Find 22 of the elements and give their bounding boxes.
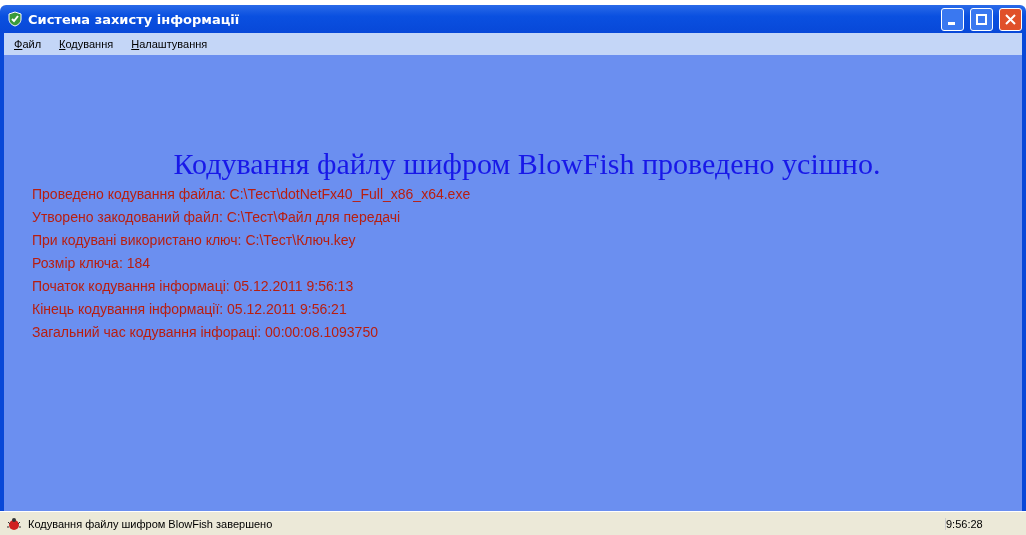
- result-heading: Кодування файлу шифром BlowFish проведено усішно.: [173, 147, 881, 181]
- status-time: 9:56:28: [945, 517, 1026, 530]
- log-line: Загальний час кодування інфораці: 00:00:08.1093750: [32, 323, 379, 342]
- maximize-icon: [976, 13, 987, 25]
- log-line: Проведено кодування файла: C:\Тест\dotNetFx40_Full_x86_x64.exe: [32, 185, 472, 204]
- log-line: Початок кодування інформаці: 05.12.2011 9:56:13: [32, 277, 355, 296]
- log-line: Кінець кодування інформації: 05.12.2011 9:56:21: [32, 300, 348, 319]
- minimize-icon: [947, 21, 955, 25]
- menu-item[interactable]: Кодування: [59, 38, 114, 50]
- log-line: Розмір ключа: 184: [32, 254, 152, 273]
- status-message: Кодування файлу шифром BlowFish завершено: [28, 517, 274, 530]
- menu-item[interactable]: Налаштування: [131, 38, 208, 50]
- window-title: Система захисту інформації: [28, 11, 241, 27]
- close-icon: [1005, 13, 1016, 25]
- minimize-button[interactable]: [941, 7, 964, 31]
- bug-icon: [6, 516, 22, 531]
- log-line: Утворено закодований файл: C:\Тест\Файл для передачі: [32, 208, 402, 227]
- close-button[interactable]: [999, 7, 1022, 31]
- menu-item[interactable]: Файл: [14, 38, 42, 50]
- maximize-button[interactable]: [970, 7, 993, 31]
- log-line: При кодувані використано ключ: C:\Тест\Ключ.key: [32, 231, 357, 250]
- shield-icon: [8, 11, 22, 27]
